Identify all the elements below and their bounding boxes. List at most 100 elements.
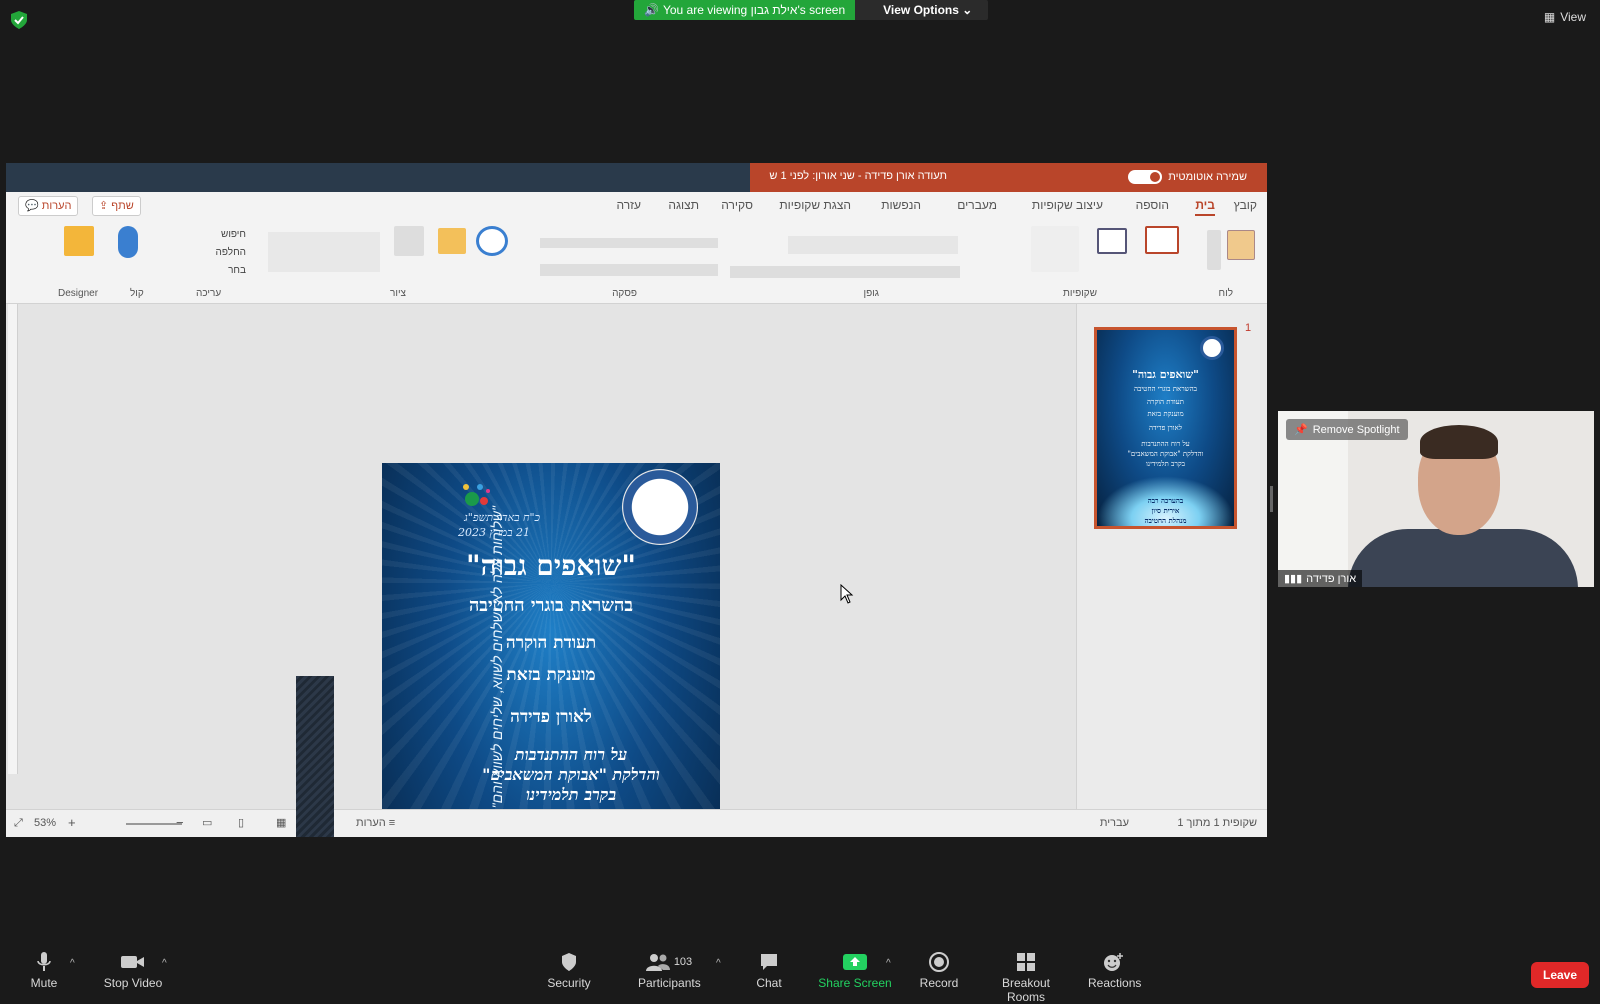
group-paragraph-label: פסקה bbox=[612, 288, 637, 299]
new-slide-icon[interactable] bbox=[1145, 226, 1179, 254]
participants-count: 103 bbox=[673, 956, 693, 968]
remove-spotlight-label: Remove Spotlight bbox=[1312, 423, 1400, 436]
dictate-icon[interactable] bbox=[118, 226, 138, 258]
tab-design[interactable]: עיצוב שקופיות bbox=[1032, 198, 1103, 212]
vertical-quote: "שלוחות אלה לא נשלחים לשווא, שליחים לשוו… bbox=[489, 506, 505, 837]
notes-button[interactable]: הערות ≡ bbox=[356, 817, 395, 829]
participant-hair bbox=[1420, 425, 1498, 459]
slide-editing-area[interactable]: כ"ח באדר תשפ"ג 21 במרץ 2023 "שואפים גבוה… bbox=[6, 304, 1076, 837]
thumbnail-sign-2: אירית סיון bbox=[1151, 506, 1180, 515]
designer-icon[interactable] bbox=[64, 226, 94, 256]
layout-section-icon[interactable] bbox=[1031, 226, 1079, 272]
tab-help[interactable]: עזרה bbox=[616, 198, 641, 212]
viewing-screen-indicator: 🔊 You are viewing אילת גבון's screen bbox=[634, 0, 856, 20]
paste-icon[interactable] bbox=[1227, 230, 1255, 260]
reason-line-2: והדלקת "אבוקת המשאבים" bbox=[482, 765, 660, 784]
microphone-icon bbox=[37, 952, 51, 971]
shape-format-icons[interactable] bbox=[268, 232, 380, 272]
share-screen-button[interactable]: Share Screen bbox=[818, 952, 892, 990]
group-font-label: גופן bbox=[863, 288, 879, 299]
panel-resize-handle[interactable] bbox=[1270, 486, 1273, 512]
reason-line-1: על רוח ההתנדבות bbox=[514, 745, 628, 764]
breakout-rooms-icon bbox=[1017, 953, 1035, 971]
slide-title: "שואפים גבוה" bbox=[466, 549, 636, 582]
thumbnail-reason-1: על רוח ההתנדבות bbox=[1141, 440, 1190, 448]
participant-video-tile[interactable]: 📌 Remove Spotlight ▮▮▮ אורן פדידה bbox=[1278, 411, 1594, 587]
font-formatting-icons[interactable] bbox=[730, 266, 960, 278]
view-options-button[interactable]: View Options ⌄ bbox=[855, 0, 989, 20]
editing-group: חיפוש החלפה בחר bbox=[186, 226, 246, 280]
mute-label: Mute bbox=[30, 976, 58, 990]
thumbnail-recipient: לאורן פדידה bbox=[1149, 424, 1182, 432]
tab-file[interactable]: קובץ bbox=[1234, 198, 1257, 212]
find-button[interactable]: חיפוש bbox=[186, 226, 246, 244]
thumbnail-awarded: מוענקת בזאת bbox=[1147, 410, 1184, 418]
participants-button[interactable]: 103 Participants bbox=[638, 952, 701, 990]
select-button[interactable]: בחר bbox=[186, 262, 246, 280]
tab-review[interactable]: סקירה bbox=[721, 198, 753, 212]
sorter-view-icon[interactable]: ▦ bbox=[276, 816, 286, 829]
autosave-label: שמירה אוטומטית bbox=[1168, 171, 1247, 183]
reuse-slides-icon[interactable] bbox=[1097, 228, 1127, 254]
security-button[interactable]: Security bbox=[546, 952, 592, 990]
font-name-box[interactable] bbox=[788, 236, 958, 254]
toggle-switch-icon[interactable] bbox=[1128, 170, 1163, 184]
slideshow-view-icon[interactable]: ▭ bbox=[202, 816, 212, 829]
leave-button[interactable]: Leave bbox=[1531, 962, 1589, 988]
remove-spotlight-button[interactable]: 📌 Remove Spotlight bbox=[1286, 419, 1408, 440]
shapes-icon[interactable] bbox=[476, 226, 508, 256]
share-icon: ⇪ bbox=[99, 200, 112, 212]
record-button[interactable]: Record bbox=[918, 952, 960, 990]
tab-insert[interactable]: הוספה bbox=[1136, 198, 1169, 212]
comments-button[interactable]: 💬 הערות bbox=[18, 196, 79, 216]
reading-view-icon[interactable]: ▯ bbox=[238, 816, 244, 829]
vertical-scrollbar[interactable] bbox=[8, 304, 18, 774]
tab-slideshow[interactable]: הצגת שקופיות bbox=[779, 198, 851, 212]
list-format-icons[interactable] bbox=[540, 238, 718, 248]
shared-powerpoint-window: תעודה אורן פדידה - שני אורון: לפני 1 ש ש… bbox=[6, 163, 1267, 837]
reactions-button[interactable]: Reactions bbox=[1088, 952, 1141, 990]
stop-video-button[interactable]: Stop Video bbox=[100, 952, 166, 990]
language-indicator: עברית bbox=[1099, 817, 1129, 829]
zoom-out-icon[interactable]: − bbox=[176, 815, 184, 830]
participants-options-caret[interactable]: ^ bbox=[716, 958, 721, 969]
mute-button[interactable]: Mute bbox=[26, 952, 62, 990]
share-button[interactable]: ⇪ שתף bbox=[92, 196, 141, 216]
thumbnail-sign-1: בהערכה רבה bbox=[1147, 496, 1184, 505]
gregorian-date: 21 במרץ 2023 bbox=[458, 526, 530, 539]
view-button[interactable]: ▦ View bbox=[1544, 10, 1586, 24]
tab-home[interactable]: בית bbox=[1195, 198, 1215, 216]
participants-icon bbox=[645, 954, 670, 971]
share-options-caret[interactable]: ^ bbox=[886, 958, 891, 969]
clipboard-tools-icon[interactable] bbox=[1207, 230, 1221, 270]
tab-animations[interactable]: הנפשות bbox=[881, 198, 921, 212]
group-designer-label: Designer bbox=[58, 288, 99, 299]
grid-view-icon: ▦ bbox=[1543, 10, 1556, 24]
group-editing-label: עריכה bbox=[196, 288, 222, 299]
security-shield-icon[interactable] bbox=[11, 11, 27, 29]
zoom-in-icon[interactable]: + bbox=[68, 815, 76, 830]
participants-icon-row: 103 bbox=[638, 952, 700, 972]
stop-video-label: Stop Video bbox=[103, 976, 163, 990]
slide-thumbnail[interactable]: "שואפים גבוה" בהשראת בוגרי החטיבה תעודת … bbox=[1094, 327, 1237, 529]
zoom-slider[interactable] bbox=[126, 823, 182, 825]
ppt-status-bar: ⤢ 53% + − ▭ ▯ ▦ הערות ≡ עברית שקופית 1 מ… bbox=[6, 809, 1267, 837]
zoom-level[interactable]: 53% bbox=[34, 817, 56, 829]
chat-button[interactable]: Chat bbox=[752, 952, 786, 990]
breakout-rooms-button[interactable]: Breakout Rooms bbox=[984, 952, 1068, 1004]
screen-share-banner: 🔊 You are viewing אילת גבון's screen Vie… bbox=[634, 0, 989, 20]
participant-name: אורן פדידה bbox=[1306, 572, 1357, 585]
smiley-plus-icon bbox=[1104, 953, 1123, 971]
recipient-name: לאורן פדידה bbox=[510, 707, 592, 727]
tab-view[interactable]: תצוגה bbox=[668, 198, 699, 212]
fit-slide-icon[interactable]: ⤢ bbox=[14, 817, 23, 830]
alignment-icons[interactable] bbox=[540, 264, 718, 276]
slide-canvas[interactable]: כ"ח באדר תשפ"ג 21 במרץ 2023 "שואפים גבוה… bbox=[382, 463, 720, 837]
audio-options-caret[interactable]: ^ bbox=[70, 958, 75, 969]
video-options-caret[interactable]: ^ bbox=[162, 958, 167, 969]
replace-button[interactable]: החלפה bbox=[186, 244, 246, 262]
arrange-icon[interactable] bbox=[438, 228, 466, 254]
tab-transitions[interactable]: מעברים bbox=[957, 198, 997, 212]
quick-styles-icon[interactable] bbox=[394, 226, 424, 256]
autosave-toggle[interactable]: שמירה אוטומטית bbox=[1128, 170, 1247, 184]
